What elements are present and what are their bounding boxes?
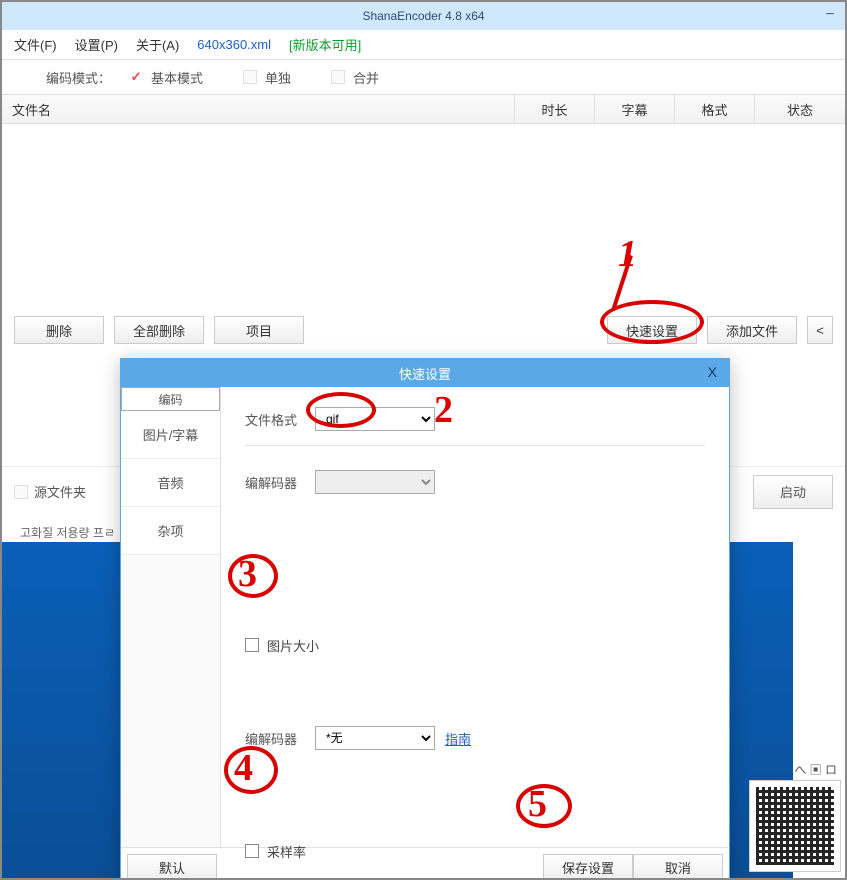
col-duration[interactable]: 时长 (515, 95, 595, 123)
guide-link[interactable]: 指南 (445, 729, 471, 748)
encode-mode-row: 编码模式： ✓ 基本模式 单独 合并 (2, 60, 845, 94)
tab-encode[interactable]: 编码 (121, 387, 220, 411)
encode-mode-label: 编码模式： (46, 68, 111, 87)
samplerate-label: 采样率 (267, 842, 306, 861)
menu-settings[interactable]: 设置(P) (75, 35, 118, 54)
col-filename[interactable]: 文件名 (2, 95, 515, 123)
tab-audio[interactable]: 音频 (121, 459, 220, 507)
titlebar: ShanaEncoder 4.8 x64 − (2, 2, 845, 30)
qr-code (749, 780, 841, 872)
window-title: ShanaEncoder 4.8 x64 (362, 9, 484, 23)
filelist-header: 文件名 时长 字幕 格式 状态 (2, 94, 845, 124)
tab-misc[interactable]: 杂项 (121, 507, 220, 555)
check-icon: ✓ (129, 69, 143, 85)
system-tray: へ ▣ ロ (794, 761, 837, 778)
menubar: 文件(F) 设置(P) 关于(A) 640x360.xml [新版本可用] (2, 30, 845, 60)
picsize-checkbox[interactable] (245, 638, 259, 652)
mode-basic[interactable]: ✓ 基本模式 (129, 68, 203, 87)
filelist[interactable] (2, 124, 845, 310)
col-subtitle[interactable]: 字幕 (595, 95, 675, 123)
more-button[interactable]: < (807, 316, 833, 344)
picsize-label: 图片大小 (267, 636, 319, 655)
dialog-tabs: 编码 图片/字幕 音频 杂项 (121, 387, 221, 847)
col-status[interactable]: 状态 (755, 95, 845, 123)
dialog-title: 快速设置 (399, 364, 451, 383)
source-folder-label: 源文件夹 (34, 482, 86, 501)
menu-update[interactable]: [新版本可用] (289, 35, 361, 54)
codec2-label: 编解码器 (245, 729, 315, 748)
samplerate-checkbox[interactable] (245, 844, 259, 858)
quick-settings-button[interactable]: 快速设置 (607, 316, 697, 344)
start-button[interactable]: 启动 (753, 475, 833, 509)
dialog-close-button[interactable]: X (708, 364, 717, 380)
codec-label: 编解码器 (245, 473, 315, 492)
default-button[interactable]: 默认 (127, 854, 217, 880)
checkbox-icon (331, 70, 345, 84)
quick-settings-dialog: 快速设置 X 编码 图片/字幕 音频 杂项 文件格式 gif 编解码器 (120, 358, 730, 880)
project-button[interactable]: 项目 (214, 316, 304, 344)
dialog-titlebar: 快速设置 X (121, 359, 729, 387)
app-window: ShanaEncoder 4.8 x64 − 文件(F) 设置(P) 关于(A)… (0, 0, 847, 880)
window-controls: − (821, 6, 839, 24)
mode-single[interactable]: 单独 (243, 68, 291, 87)
checkbox-icon (243, 70, 257, 84)
minimize-button[interactable]: − (821, 6, 839, 24)
codec-select[interactable] (315, 470, 435, 494)
delete-all-button[interactable]: 全部删除 (114, 316, 204, 344)
add-file-button[interactable]: 添加文件 (707, 316, 797, 344)
file-format-select[interactable]: gif (315, 407, 435, 431)
codec2-select[interactable]: *无 (315, 726, 435, 750)
delete-button[interactable]: 删除 (14, 316, 104, 344)
col-format[interactable]: 格式 (675, 95, 755, 123)
menu-about[interactable]: 关于(A) (136, 35, 179, 54)
checkbox-icon[interactable] (14, 485, 28, 499)
menu-preset[interactable]: 640x360.xml (197, 37, 271, 52)
menu-file[interactable]: 文件(F) (14, 35, 57, 54)
button-row: 删除 全部删除 项目 快速设置 添加文件 < (2, 310, 845, 350)
file-format-label: 文件格式 (245, 410, 315, 429)
tab-picture[interactable]: 图片/字幕 (121, 411, 220, 459)
dialog-content: 文件格式 gif 编解码器 图片大小 编解码器 *无 (221, 387, 729, 847)
mode-merge[interactable]: 合并 (331, 68, 379, 87)
